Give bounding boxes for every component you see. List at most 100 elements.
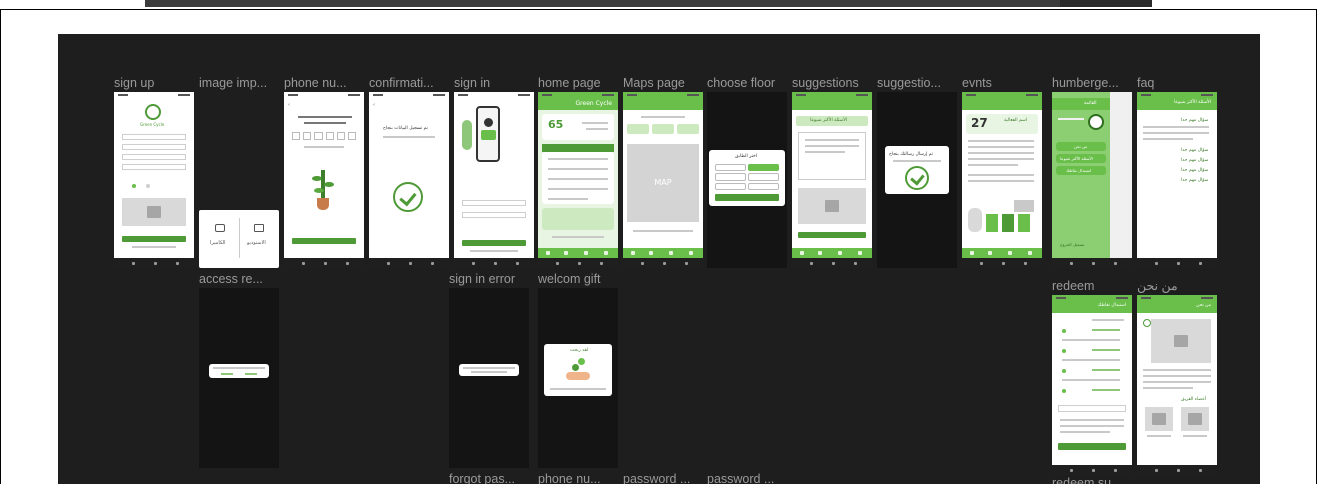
frame-label-sign-in-error[interactable]: sign in error (449, 272, 515, 286)
sign-in-button[interactable] (462, 240, 526, 246)
back-arrow-icon[interactable]: ‹ (288, 102, 290, 108)
gallery-option-label[interactable]: الاستوديو (247, 240, 266, 246)
frame-label-redeem[interactable]: redeem (1052, 279, 1094, 293)
gender-radio-2[interactable] (146, 184, 150, 188)
frame-faq[interactable]: الأسئلة الأكثر شيوعا سؤال مهم جدا سؤال م… (1137, 92, 1217, 268)
frame-label-confirmation[interactable]: confirmati... (369, 76, 434, 90)
name-field[interactable] (122, 134, 186, 140)
frame-label-access-request[interactable]: access re... (199, 272, 263, 286)
map-view[interactable]: MAP (627, 144, 699, 222)
points-input[interactable] (1058, 405, 1126, 412)
frame-label-redeem-success[interactable]: redeem su... (1052, 476, 1121, 484)
camera-option-label[interactable]: الكاميرا (210, 240, 226, 246)
frame-phone-number[interactable]: ‹ (284, 92, 364, 268)
frame-suggestions[interactable]: الأسئلة الأكثر شيوعا (792, 92, 872, 268)
frame-access-request[interactable] (199, 288, 279, 468)
frame-label-faq[interactable]: faq (1137, 76, 1154, 90)
about-title: من نحن (1196, 303, 1211, 308)
bottom-nav[interactable] (623, 248, 703, 258)
drawer-item-faq[interactable]: الأسئلة الأكثر شيوعا (1056, 154, 1106, 163)
frame-sign-in-error[interactable] (449, 288, 529, 468)
redeem-button[interactable] (1058, 443, 1126, 450)
frame-label-events[interactable]: evnts (962, 76, 992, 90)
faq-item-3[interactable]: سؤال مهم جدا (1181, 158, 1208, 163)
sign-up-button[interactable] (122, 236, 186, 242)
frame-events[interactable]: 27 اسم الفعالية (962, 92, 1042, 268)
email-field[interactable] (122, 144, 186, 150)
frame-choose-floor[interactable]: اختر الطابق (707, 92, 787, 268)
faq-item-5[interactable]: سؤال مهم جدا (1181, 178, 1208, 183)
allow-button[interactable] (245, 373, 257, 375)
drawer-item-about[interactable]: من نحن (1056, 142, 1106, 151)
faq-banner[interactable]: الأسئلة الأكثر شيوعا (796, 116, 868, 126)
email-field[interactable] (462, 200, 526, 206)
frame-label-welcome-gift[interactable]: welcom gift (538, 272, 601, 286)
camera-icon[interactable] (215, 224, 225, 232)
login-link[interactable] (132, 246, 176, 248)
sign-up-link[interactable] (470, 250, 518, 252)
frame-label-phone-number-2[interactable]: phone nu... (538, 472, 601, 484)
gift-title: لقد ربحت (570, 348, 589, 353)
map-filter-chips[interactable] (627, 124, 699, 134)
bottom-nav[interactable] (538, 248, 618, 258)
frame-label-sign-up[interactable]: sign up (114, 76, 154, 90)
recycling-bins-illustration (966, 200, 1038, 236)
frame-label-suggestions[interactable]: suggestions (792, 76, 859, 90)
password-field[interactable] (122, 164, 186, 170)
frame-label-home-page[interactable]: home page (538, 76, 601, 90)
frame-maps-page[interactable]: MAP (623, 92, 703, 268)
drawer-item-redeem[interactable]: استبدال نقاطك (1056, 166, 1106, 175)
bottom-nav[interactable] (792, 248, 872, 258)
frame-label-forgot-password[interactable]: forgot pas... (449, 472, 515, 484)
suggestion-textarea[interactable] (798, 132, 866, 180)
attach-image-placeholder[interactable] (798, 188, 866, 224)
drawer-scrim[interactable] (1110, 92, 1132, 258)
gender-radio-1[interactable] (132, 184, 136, 188)
frame-label-sign-in[interactable]: sign in (454, 76, 490, 90)
frame-sign-in[interactable] (454, 92, 534, 268)
reward-option-1[interactable] (1062, 329, 1066, 333)
frame-label-maps-page[interactable]: Maps page (623, 76, 685, 90)
frame-label-phone-number[interactable]: phone nu... (284, 76, 347, 90)
frame-suggestions-sent[interactable]: تم إرسال رسالتك بنجاح (877, 92, 957, 268)
frame-redeem[interactable]: استبدال نقاطك (1052, 295, 1132, 475)
reward-option-3[interactable] (1062, 369, 1066, 373)
faq-item-1[interactable]: سؤال مهم جدا (1181, 118, 1208, 123)
event-date-card: 27 اسم الفعالية (966, 114, 1038, 134)
resend-code-link[interactable] (304, 146, 344, 148)
send-suggestion-button[interactable] (798, 232, 866, 238)
back-arrow-icon[interactable]: ‹ (373, 102, 375, 108)
frame-confirmation[interactable]: ‹ تم تسجيل البيانات بنجاح (369, 92, 449, 268)
reward-option-4[interactable] (1062, 389, 1066, 393)
frame-sign-up[interactable]: Green Cycle (114, 92, 194, 268)
frame-label-suggestions-sent[interactable]: suggestio... (877, 76, 941, 90)
floor-options[interactable] (715, 164, 779, 190)
faq-item-2[interactable]: سؤال مهم جدا (1181, 148, 1208, 153)
design-canvas[interactable]: sign up image imp... phone nu... confirm… (58, 34, 1260, 484)
otp-inputs[interactable] (292, 132, 357, 140)
deny-button[interactable] (221, 373, 233, 375)
logout-link[interactable]: تسجيل الخروج (1060, 242, 1084, 247)
frame-label-password-1[interactable]: password ... (623, 472, 690, 484)
faq-item-4[interactable]: سؤال مهم جدا (1181, 168, 1208, 173)
frame-humberger-menu[interactable]: القائمة من نحن الأسئلة الأكثر شيوعا استب… (1052, 92, 1132, 268)
verify-button[interactable] (292, 238, 356, 244)
folder-icon[interactable] (254, 224, 264, 232)
top-toolbar-end (1060, 0, 1152, 7)
frame-home-page[interactable]: Green Cycle 65 (538, 92, 618, 268)
frame-welcome-gift[interactable]: لقد ربحت (538, 288, 618, 468)
frame-label-choose-floor[interactable]: choose floor (707, 76, 775, 90)
frame-about-us[interactable]: من نحن أعضاء الفريق (1137, 295, 1217, 475)
confirm-floor-button[interactable] (715, 194, 779, 201)
phone-field[interactable] (122, 154, 186, 160)
password-field[interactable] (462, 212, 526, 218)
gift-hand-icon (566, 358, 590, 382)
frame-label-about-us[interactable]: من نحن (1137, 279, 1178, 293)
frame-label-password-2[interactable]: password ... (707, 472, 774, 484)
reward-option-2[interactable] (1062, 349, 1066, 353)
bottom-nav[interactable] (962, 248, 1042, 258)
frame-label-image-import[interactable]: image imp... (199, 76, 267, 90)
frame-image-import[interactable]: الكاميرا الاستوديو (199, 210, 279, 268)
frame-label-humberger[interactable]: humberge... (1052, 76, 1119, 90)
upload-image-placeholder[interactable] (122, 198, 186, 226)
